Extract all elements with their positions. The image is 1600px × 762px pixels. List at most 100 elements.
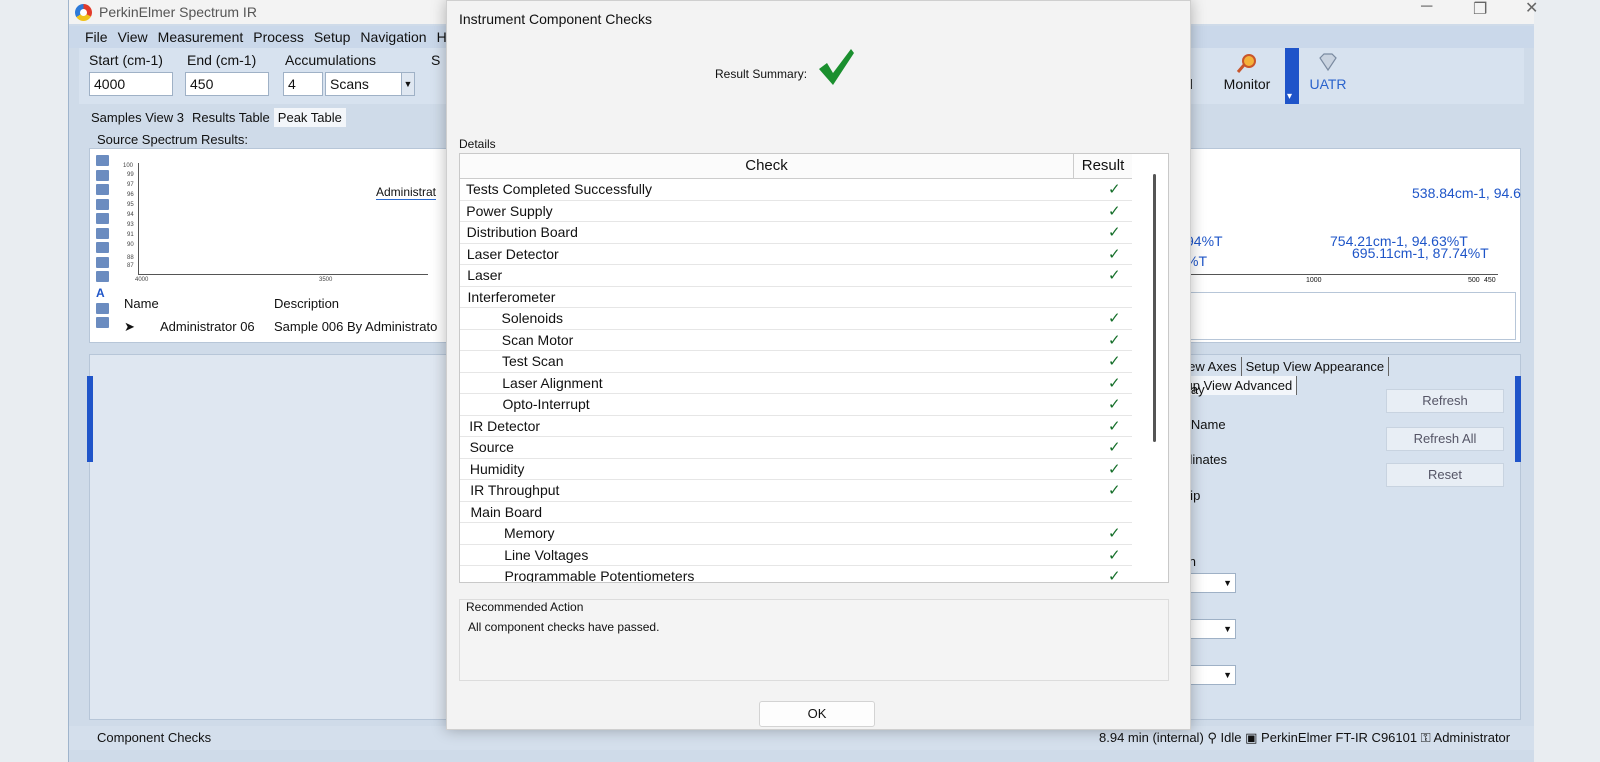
check-mark-icon: ✓ [1108, 267, 1121, 284]
tool-icon[interactable] [96, 169, 109, 181]
table-row[interactable]: Humidity ✓ [460, 459, 1132, 480]
maximize-icon[interactable]: ❐ [1473, 0, 1487, 19]
table-row[interactable]: Laser Alignment ✓ [460, 373, 1132, 394]
scans-select[interactable]: Scans [325, 72, 403, 96]
row-pointer-icon: ➤ [124, 319, 135, 334]
table-row[interactable]: Test Scan ✓ [460, 351, 1132, 373]
row-description: Sample 006 By Administrato [274, 319, 438, 334]
y-tick: 90 [127, 242, 134, 248]
table-row[interactable]: Main Board [460, 502, 1132, 523]
menu-setup[interactable]: Setup [314, 29, 351, 45]
diamond-icon [1319, 53, 1337, 72]
tool-icon[interactable] [96, 213, 109, 224]
table-row[interactable]: IR Detector ✓ [460, 416, 1132, 437]
tool-icon[interactable] [96, 242, 109, 253]
accumulations-input[interactable]: 4 [283, 72, 323, 96]
start-label: Start (cm-1) [89, 52, 163, 68]
check-name: Laser Alignment [502, 374, 603, 391]
end-input[interactable]: 450 [185, 72, 269, 96]
tool-icon[interactable] [96, 227, 109, 239]
status-text: Component Checks [97, 730, 212, 745]
scrollbar-thumb[interactable] [1153, 174, 1156, 442]
y-tick: 97 [127, 182, 134, 188]
x-tick: 500 [1468, 277, 1480, 284]
check-mark-icon: ✓ [1108, 245, 1121, 263]
table-row[interactable]: Opto-Interrupt ✓ [460, 394, 1132, 416]
refresh-button[interactable]: Refresh [1386, 389, 1504, 413]
check-name: Interferometer [467, 288, 556, 305]
user-icon: ⚿ [1420, 730, 1434, 745]
check-name: Line Voltages [504, 546, 589, 563]
check-column-header[interactable]: Check [460, 154, 1074, 179]
monitor-button[interactable]: Monitor [1217, 52, 1277, 102]
spectrum-plot-right[interactable]: 94%T %T 538.84cm-1, 94.6 754.21cm-1, 94.… [1186, 163, 1521, 284]
left-splitter[interactable] [87, 376, 93, 462]
check-name: Memory [504, 525, 555, 541]
check-name: Laser [467, 267, 503, 283]
start-input[interactable]: 4000 [89, 72, 173, 96]
menu-navigation[interactable]: Navigation [360, 29, 426, 45]
tool-icon[interactable] [96, 271, 109, 282]
table-row[interactable]: Programmable Potentiometers ✓ [460, 566, 1132, 582]
table-row[interactable]: Distribution Board ✓ [460, 222, 1132, 244]
check-mark-icon: ✓ [1108, 331, 1121, 349]
refresh-all-button[interactable]: Refresh All [1386, 427, 1504, 451]
tab-samples-view[interactable]: Samples View 3 [87, 108, 188, 127]
check-mark-icon: ✓ [1108, 482, 1121, 499]
right-splitter[interactable] [1515, 376, 1521, 462]
chevron-down-icon[interactable]: ▼ [401, 72, 415, 96]
tool-icon[interactable] [96, 302, 109, 314]
table-scrollbar[interactable] [1150, 174, 1160, 580]
tool-icon[interactable] [96, 184, 109, 195]
tool-icon[interactable] [96, 155, 109, 166]
menu-process[interactable]: Process [253, 29, 304, 45]
check-name: Humidity [469, 460, 525, 477]
row-name: Administrator 06 [160, 319, 255, 334]
table-row[interactable]: Solenoids ✓ [460, 308, 1132, 330]
table-row[interactable]: Power Supply ✓ [460, 201, 1132, 222]
menu-measurement[interactable]: Measurement [158, 29, 244, 45]
ok-button[interactable]: OK [759, 701, 875, 727]
tool-icon[interactable] [96, 198, 109, 210]
tab-setup-view-appearance[interactable]: Setup View Appearance [1242, 357, 1390, 376]
menu-view[interactable]: View [118, 29, 148, 45]
dialog-title: Instrument Component Checks [459, 11, 652, 27]
table-row[interactable]: Interferometer [460, 287, 1132, 308]
check-icon [819, 49, 854, 85]
tab-peak-table[interactable]: Peak Table [273, 108, 346, 127]
table-row[interactable]: IR Throughput ✓ [460, 480, 1132, 502]
tool-icon[interactable] [96, 256, 109, 268]
table-row[interactable]: Tests Completed Successfully ✓ [460, 179, 1132, 201]
y-tick: 95 [127, 202, 134, 208]
tool-icon[interactable] [96, 317, 109, 328]
x-tick: 4000 [135, 277, 149, 283]
minimize-icon[interactable]: ─ [1421, 0, 1432, 16]
table-row[interactable]: Laser ✓ [460, 265, 1132, 287]
peak-label: 695.11cm-1, 87.74%T [1352, 245, 1489, 261]
tool-palette: A [96, 155, 114, 332]
check-name: Main Board [470, 503, 543, 520]
result-column-header[interactable]: Result [1074, 154, 1132, 179]
view-tabs: Samples View 3 Results Table Peak Table [87, 108, 346, 128]
toolbar-dropdown[interactable] [1285, 48, 1299, 104]
spectrum-plot[interactable]: 100 99 97 96 95 94 93 91 90 88 87 4000 3… [123, 163, 428, 283]
check-name: Tests Completed Successfully [466, 181, 652, 197]
text-tool-icon[interactable]: A [96, 286, 114, 300]
idle-icon: ⚲ [1207, 730, 1221, 745]
uatr-button[interactable]: UATR [1303, 52, 1353, 102]
reset-button[interactable]: Reset [1386, 463, 1504, 487]
table-row[interactable]: Source ✓ [460, 437, 1132, 459]
y-tick: 93 [127, 222, 134, 228]
menu-file[interactable]: File [85, 29, 108, 45]
check-mark-icon: ✓ [1108, 417, 1121, 435]
table-row[interactable]: Memory ✓ [460, 523, 1132, 545]
close-icon[interactable]: ✕ [1525, 0, 1538, 18]
status-state: Idle [1220, 730, 1242, 745]
check-name: IR Detector [469, 417, 541, 434]
x-tick: 3500 [319, 277, 333, 283]
check-mark-icon: ✓ [1108, 353, 1121, 370]
table-row[interactable]: Line Voltages ✓ [460, 545, 1132, 566]
table-row[interactable]: Laser Detector ✓ [460, 244, 1132, 265]
table-row[interactable]: Scan Motor ✓ [460, 330, 1132, 351]
tab-results-table[interactable]: Results Table [188, 108, 274, 127]
